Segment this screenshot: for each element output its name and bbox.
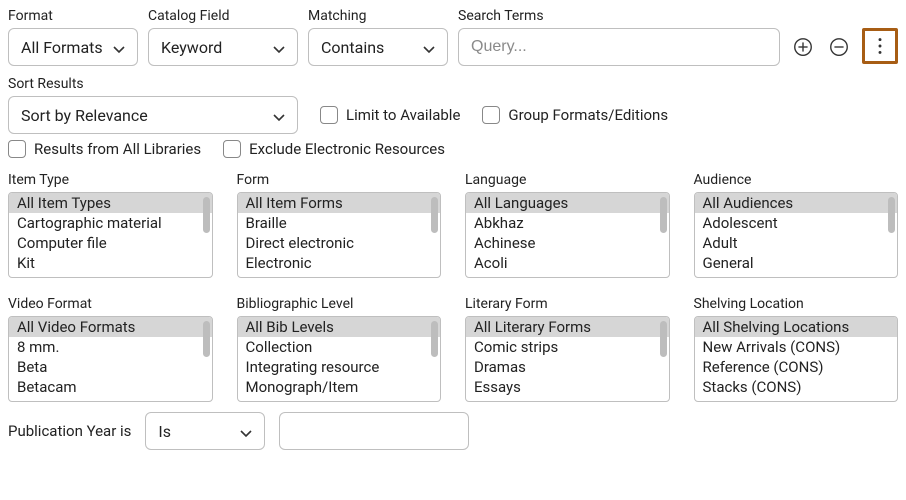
list-item[interactable]: Beta — [9, 357, 212, 377]
format-value: All Formats — [21, 38, 103, 57]
matching-label: Matching — [308, 8, 448, 24]
list-item[interactable]: New Arrivals (CONS) — [695, 337, 898, 357]
literary-form-listbox[interactable]: All Literary FormsComic stripsDramasEssa… — [465, 316, 670, 402]
all-libraries-label: Results from All Libraries — [34, 140, 201, 158]
list-item[interactable]: Collection — [238, 337, 441, 357]
form-listbox[interactable]: All Item FormsBrailleDirect electronicEl… — [237, 192, 442, 278]
list-item[interactable]: All Languages — [466, 193, 669, 213]
list-item[interactable]: Computer file — [9, 233, 212, 253]
scrollbar-thumb[interactable] — [431, 321, 438, 357]
list-item[interactable]: Adult — [695, 233, 898, 253]
search-terms-input[interactable] — [471, 29, 767, 65]
shelving-location-listbox[interactable]: All Shelving LocationsNew Arrivals (CONS… — [694, 316, 899, 402]
exclude-electronic-checkbox[interactable]: Exclude Electronic Resources — [223, 140, 445, 158]
remove-row-button[interactable] — [826, 34, 852, 60]
scrollbar-thumb[interactable] — [660, 321, 667, 357]
list-item[interactable]: Betacam — [9, 377, 212, 397]
list-item[interactable]: Monograph/Item — [238, 377, 441, 397]
limit-available-checkbox[interactable]: Limit to Available — [320, 106, 460, 124]
list-item[interactable]: Adolescent — [695, 213, 898, 233]
list-item[interactable]: Reference (CONS) — [695, 357, 898, 377]
list-item[interactable]: Stacks (CONS) — [695, 377, 898, 397]
pubyear-input[interactable] — [292, 413, 456, 449]
list-item[interactable]: All Video Formats — [9, 317, 212, 337]
list-item[interactable]: General — [695, 253, 898, 273]
list-item[interactable]: 8 mm. — [9, 337, 212, 357]
language-listbox[interactable]: All LanguagesAbkhazAchineseAcoli — [465, 192, 670, 278]
list-item[interactable]: Direct electronic — [238, 233, 441, 253]
list-item[interactable]: All Audiences — [695, 193, 898, 213]
group-formats-checkbox[interactable]: Group Formats/Editions — [482, 106, 668, 124]
list-item[interactable]: Cartographic material — [9, 213, 212, 233]
search-terms-input-wrapper[interactable] — [458, 28, 780, 66]
checkbox-icon — [320, 106, 338, 124]
catalog-field-value: Keyword — [161, 38, 222, 57]
pubyear-operator-select[interactable]: Is — [145, 412, 265, 450]
chevron-down-icon — [273, 41, 285, 53]
more-options-button[interactable] — [867, 33, 893, 59]
chevron-down-icon — [273, 109, 285, 121]
checkbox-icon — [482, 106, 500, 124]
literary-form-label: Literary Form — [465, 296, 670, 312]
sort-value: Sort by Relevance — [21, 106, 148, 125]
list-item[interactable]: All Item Forms — [238, 193, 441, 213]
shelving-location-label: Shelving Location — [694, 296, 899, 312]
scrollbar-thumb[interactable] — [431, 197, 438, 233]
item-type-label: Item Type — [8, 172, 213, 188]
scrollbar-thumb[interactable] — [888, 197, 895, 233]
catalog-field-select[interactable]: Keyword — [148, 28, 298, 66]
all-libraries-checkbox[interactable]: Results from All Libraries — [8, 140, 201, 158]
language-label: Language — [465, 172, 670, 188]
list-item[interactable]: Abkhaz — [466, 213, 669, 233]
matching-select[interactable]: Contains — [308, 28, 448, 66]
form-label: Form — [237, 172, 442, 188]
list-item[interactable]: Achinese — [466, 233, 669, 253]
add-row-button[interactable] — [790, 34, 816, 60]
audience-listbox[interactable]: All AudiencesAdolescentAdultGeneral — [694, 192, 899, 278]
sort-select[interactable]: Sort by Relevance — [8, 96, 298, 134]
sort-label: Sort Results — [8, 76, 84, 92]
list-item[interactable]: Acoli — [466, 253, 669, 273]
list-item[interactable]: All Shelving Locations — [695, 317, 898, 337]
chevron-down-icon — [423, 41, 435, 53]
scrollbar-thumb[interactable] — [660, 197, 667, 233]
bib-level-label: Bibliographic Level — [237, 296, 442, 312]
group-formats-label: Group Formats/Editions — [508, 106, 668, 124]
exclude-electronic-label: Exclude Electronic Resources — [249, 140, 445, 158]
list-item[interactable]: Essays — [466, 377, 669, 397]
list-item[interactable]: All Bib Levels — [238, 317, 441, 337]
chevron-down-icon — [240, 425, 252, 437]
list-item[interactable]: Kit — [9, 253, 212, 273]
item-type-listbox[interactable]: All Item TypesCartographic materialCompu… — [8, 192, 213, 278]
list-item[interactable]: Integrating resource — [238, 357, 441, 377]
matching-value: Contains — [321, 38, 384, 57]
list-item[interactable]: All Literary Forms — [466, 317, 669, 337]
scrollbar-thumb[interactable] — [203, 321, 210, 357]
list-item[interactable]: All Item Types — [9, 193, 212, 213]
limit-available-label: Limit to Available — [346, 106, 460, 124]
list-item[interactable]: Dramas — [466, 357, 669, 377]
format-label: Format — [8, 8, 138, 24]
pubyear-operator-value: Is — [158, 422, 171, 441]
audience-label: Audience — [694, 172, 899, 188]
chevron-down-icon — [113, 41, 125, 53]
list-item[interactable]: Braille — [238, 213, 441, 233]
checkbox-icon — [223, 140, 241, 158]
pubyear-input-wrapper[interactable] — [279, 412, 469, 450]
format-select[interactable]: All Formats — [8, 28, 138, 66]
scrollbar-thumb[interactable] — [203, 197, 210, 233]
video-format-label: Video Format — [8, 296, 213, 312]
video-format-listbox[interactable]: All Video Formats8 mm.BetaBetacam — [8, 316, 213, 402]
checkbox-icon — [8, 140, 26, 158]
bib-level-listbox[interactable]: All Bib LevelsCollectionIntegrating reso… — [237, 316, 442, 402]
list-item[interactable]: Comic strips — [466, 337, 669, 357]
list-item[interactable]: Electronic — [238, 253, 441, 273]
search-terms-label: Search Terms — [458, 8, 780, 24]
catalog-field-label: Catalog Field — [148, 8, 298, 24]
pubyear-label: Publication Year is — [8, 422, 131, 440]
